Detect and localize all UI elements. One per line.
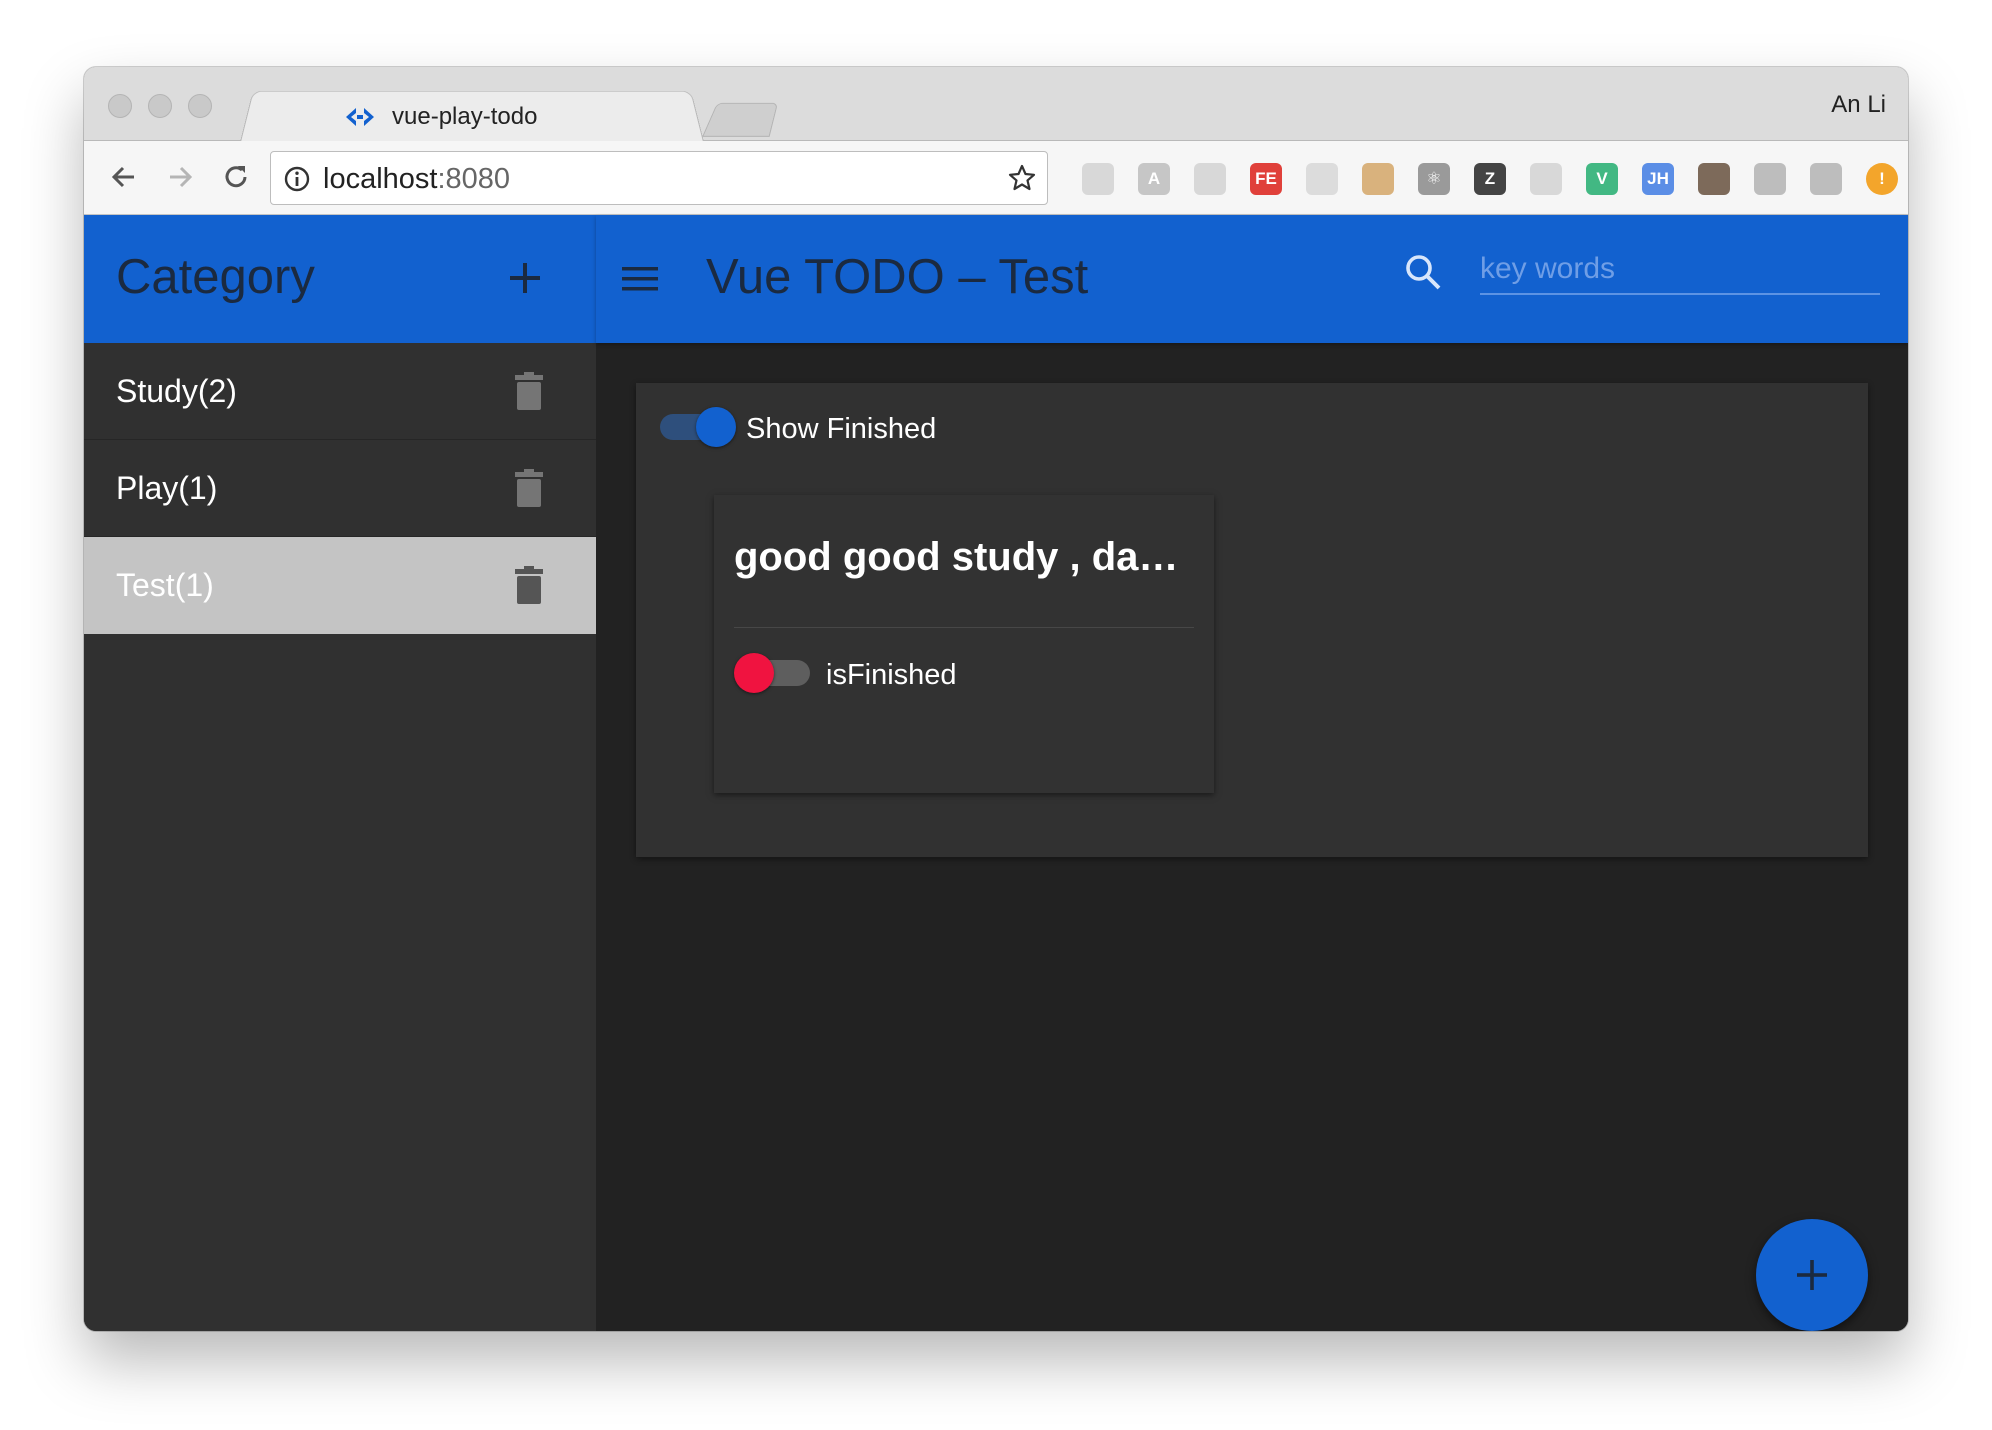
sidebar-header: Category bbox=[84, 215, 596, 343]
address-bar[interactable]: localhost:8080 bbox=[270, 151, 1048, 205]
category-label: Test(1) bbox=[116, 567, 214, 603]
tab-strip: vue-play-todo × An Li bbox=[84, 67, 1908, 142]
add-category-icon[interactable] bbox=[502, 255, 548, 301]
browser-toolbar: localhost:8080 A FE ⚛ Z V JH! bbox=[84, 141, 1908, 215]
vue-ext-icon[interactable]: V bbox=[1586, 163, 1618, 195]
url-port: :8080 bbox=[437, 163, 511, 195]
todo-card[interactable]: good good study , day day up isFinished bbox=[714, 495, 1214, 793]
camera-ext-icon[interactable] bbox=[1698, 163, 1730, 195]
z-ext-icon[interactable]: Z bbox=[1474, 163, 1506, 195]
category-item[interactable]: Test(1) bbox=[84, 537, 596, 634]
react-ext-icon[interactable]: ⚛ bbox=[1418, 163, 1450, 195]
trash-icon[interactable] bbox=[514, 565, 544, 605]
url-host: localhost bbox=[323, 163, 438, 195]
square-ext-icon[interactable] bbox=[1810, 163, 1842, 195]
show-finished-toggle[interactable] bbox=[660, 407, 736, 447]
browser-tab-content[interactable]: vue-play-todo × bbox=[256, 93, 756, 139]
window-close-button[interactable] bbox=[108, 94, 132, 118]
search-icon[interactable] bbox=[1402, 251, 1444, 293]
window-minimize-button[interactable] bbox=[148, 94, 172, 118]
arrow-right-icon bbox=[170, 166, 193, 188]
category-sidebar: Category Study(2) Play(1) Test(1) bbox=[84, 215, 596, 1331]
app-root: Category Study(2) Play(1) Test(1) Vue TODO… bbox=[84, 215, 1908, 1331]
is-finished-label[interactable]: isFinished bbox=[826, 659, 957, 692]
hamburger-menu-icon[interactable] bbox=[620, 259, 660, 299]
info-icon[interactable] bbox=[283, 165, 311, 193]
target2-ext-icon[interactable] bbox=[1530, 163, 1562, 195]
plus-icon bbox=[1797, 1260, 1827, 1290]
back-button[interactable] bbox=[104, 157, 144, 197]
card-divider bbox=[734, 627, 1194, 628]
vue-favicon-icon bbox=[346, 108, 374, 126]
category-item[interactable]: Play(1) bbox=[84, 440, 596, 537]
show-finished-label[interactable]: Show Finished bbox=[746, 413, 936, 446]
category-item[interactable]: Study(2) bbox=[84, 343, 596, 440]
angular-ext-icon[interactable]: A bbox=[1138, 163, 1170, 195]
search-input[interactable] bbox=[1480, 245, 1880, 295]
jh-ext-icon[interactable]: JH bbox=[1642, 163, 1674, 195]
toggle-thumb bbox=[696, 407, 736, 447]
category-label: Play(1) bbox=[116, 470, 218, 506]
browser-window: vue-play-todo × An Li bbox=[84, 67, 1908, 1331]
alert-ext-icon[interactable]: ! bbox=[1866, 163, 1898, 195]
is-finished-toggle[interactable] bbox=[734, 653, 810, 693]
new-tab-button[interactable] bbox=[702, 102, 779, 137]
page-title: Vue TODO – Test bbox=[706, 250, 1089, 304]
url-text[interactable]: localhost:8080 bbox=[323, 163, 510, 196]
tab-title: vue-play-todo bbox=[392, 103, 538, 130]
main-header: Vue TODO – Test bbox=[596, 215, 1908, 343]
fe-ext-icon[interactable]: FE bbox=[1250, 163, 1282, 195]
todo-panel: Show Finished good good study , day day … bbox=[636, 383, 1868, 857]
target-ext-icon[interactable] bbox=[1194, 163, 1226, 195]
bookmark-star-icon[interactable] bbox=[1007, 163, 1037, 193]
toggle-thumb bbox=[734, 653, 774, 693]
add-todo-button[interactable] bbox=[1756, 1219, 1868, 1331]
pen-ext-icon[interactable] bbox=[1754, 163, 1786, 195]
forward-button[interactable] bbox=[160, 157, 200, 197]
chrome-ext-icon[interactable] bbox=[1082, 163, 1114, 195]
signpost-ext-icon[interactable] bbox=[1362, 163, 1394, 195]
reload-button[interactable] bbox=[216, 157, 256, 197]
todo-title: good good study , day day up bbox=[734, 535, 1194, 579]
profile-name[interactable]: An Li bbox=[1831, 91, 1886, 119]
reload-icon bbox=[225, 166, 247, 188]
category-label: Study(2) bbox=[116, 373, 237, 409]
sidebar-title: Category bbox=[116, 250, 315, 304]
trash-icon[interactable] bbox=[514, 371, 544, 411]
browser-chrome: vue-play-todo × An Li bbox=[84, 67, 1908, 215]
window-maximize-button[interactable] bbox=[188, 94, 212, 118]
window-ext-icon[interactable] bbox=[1306, 163, 1338, 195]
trash-icon[interactable] bbox=[514, 468, 544, 508]
arrow-left-icon bbox=[111, 166, 134, 188]
